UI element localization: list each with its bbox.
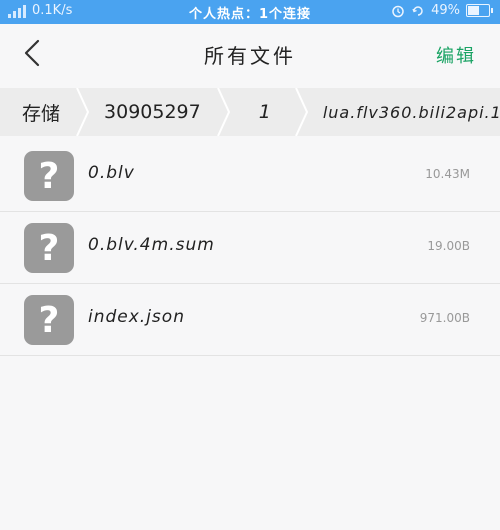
breadcrumb-item-folder[interactable]: 30905297 bbox=[90, 88, 231, 136]
unknown-file-icon: ? bbox=[24, 295, 74, 345]
breadcrumb-separator-icon bbox=[294, 88, 308, 136]
file-name: 0.blv.4m.sum bbox=[88, 235, 215, 255]
file-size: 10.43M bbox=[425, 167, 470, 181]
list-item[interactable]: ? 0.blv 10.43M bbox=[0, 140, 500, 212]
battery-percent: 49% bbox=[431, 3, 460, 18]
breadcrumb-label: 30905297 bbox=[104, 101, 201, 123]
breadcrumb-label: 存储 bbox=[22, 102, 61, 125]
edit-button[interactable]: 编辑 bbox=[436, 42, 476, 68]
breadcrumb-item-subfolder[interactable]: 1 bbox=[231, 88, 309, 136]
breadcrumb-separator-icon bbox=[216, 88, 230, 136]
file-list: ? 0.blv 10.43M ? 0.blv.4m.sum 19.00B ? i… bbox=[0, 140, 500, 356]
status-right: 49% bbox=[391, 3, 493, 18]
file-name: 0.blv bbox=[88, 163, 135, 183]
alarm-icon bbox=[392, 5, 404, 17]
file-size: 971.00B bbox=[419, 311, 470, 325]
file-size: 19.00B bbox=[427, 239, 470, 253]
breadcrumb-label: lua.flv360.bili2api.15 bbox=[322, 102, 500, 122]
lock-rotation-icon bbox=[412, 5, 423, 16]
breadcrumb-label: 1 bbox=[258, 101, 271, 123]
file-name: index.json bbox=[88, 307, 185, 327]
breadcrumb-item-current[interactable]: lua.flv360.bili2api.15 bbox=[309, 88, 500, 136]
list-item[interactable]: ? index.json 971.00B bbox=[0, 284, 500, 356]
unknown-file-icon: ? bbox=[24, 151, 74, 201]
back-arrow-icon[interactable] bbox=[18, 38, 48, 68]
list-item[interactable]: ? 0.blv.4m.sum 19.00B bbox=[0, 212, 500, 284]
breadcrumb-separator-icon bbox=[76, 88, 90, 136]
breadcrumb-item-storage[interactable]: 存储 bbox=[0, 88, 90, 136]
unknown-file-icon: ? bbox=[24, 223, 74, 273]
app-header: 所有文件 编辑 bbox=[0, 24, 500, 84]
battery-fill bbox=[468, 6, 479, 15]
page-title: 所有文件 bbox=[204, 44, 296, 68]
battery-icon bbox=[466, 4, 493, 17]
status-bar: 0.1K/s 个人热点：1个连接 49% bbox=[0, 0, 500, 24]
breadcrumb: 存储 30905297 1 lua.flv360.bili2api.15 bbox=[0, 88, 500, 136]
